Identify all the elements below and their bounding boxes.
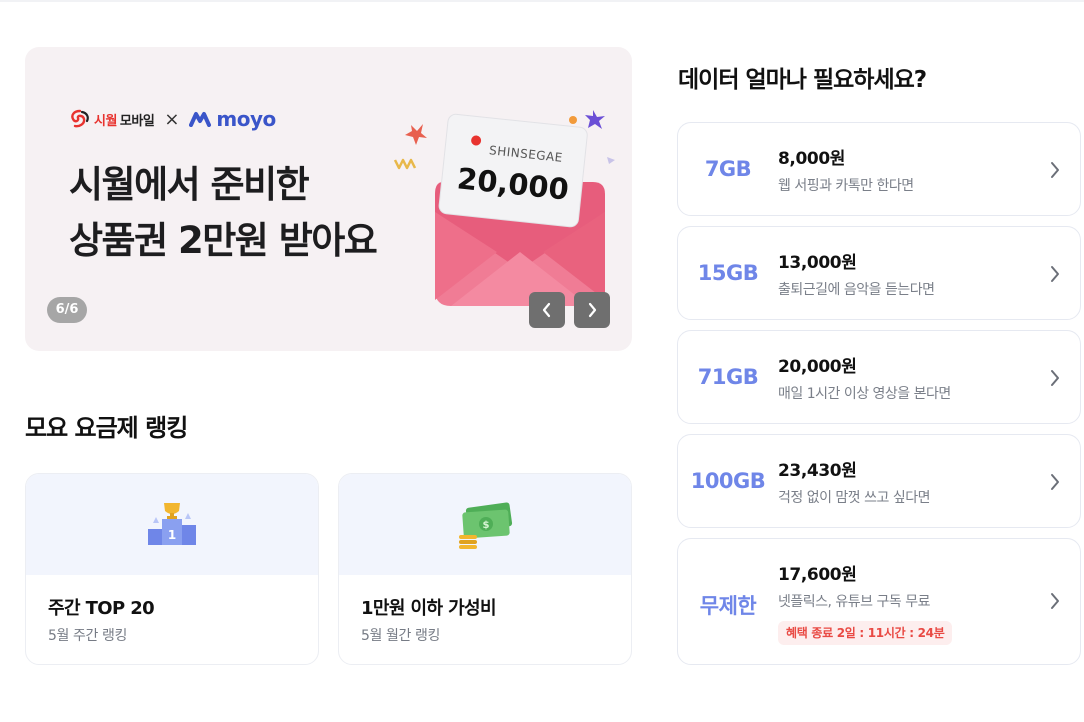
- plan-card-71gb[interactable]: 71GB 20,000원 매일 1시간 이상 영상을 본다면: [677, 330, 1081, 424]
- plan-description: 웹 서핑과 카톡만 한다면: [778, 178, 914, 194]
- plan-price: 17,600원: [778, 565, 857, 585]
- dot-decoration-icon: [569, 116, 577, 124]
- siwol-brand-suffix: 모바일: [119, 113, 155, 129]
- brand-row: 시월 모바일 × moyo: [69, 107, 276, 131]
- svg-text:$: $: [483, 520, 490, 531]
- chevron-right-icon: [1051, 266, 1059, 282]
- plan-data-amount: 100GB: [690, 469, 766, 493]
- plan-card-100gb[interactable]: 100GB 23,430원 걱정 없이 맘껏 쓰고 싶다면: [677, 434, 1081, 528]
- ranking-card-illustration-area: $: [339, 474, 631, 575]
- ranking-card-illustration-area: 1: [26, 474, 318, 575]
- plan-card-7gb[interactable]: 7GB 8,000원 웹 서핑과 카톡만 한다면: [677, 122, 1081, 216]
- plan-description: 매일 1시간 이상 영상을 본다면: [778, 386, 951, 402]
- plan-description: 출퇴근길에 음악을 듣는다면: [778, 282, 935, 298]
- siwol-brand-prefix: 시월: [94, 113, 117, 129]
- svg-text:1: 1: [168, 528, 176, 542]
- promo-timer-badge: 혜택 종료 2일 : 11시간 : 24분: [778, 621, 953, 645]
- banner-title-line1: 시월에서 준비한: [69, 163, 310, 206]
- banner-next-button[interactable]: [574, 292, 610, 328]
- star-decoration-icon: [405, 124, 427, 145]
- plan-price: 13,000원: [778, 253, 857, 273]
- star-decoration-icon: [585, 110, 605, 129]
- trophy-podium-icon: 1: [148, 502, 196, 545]
- moyo-logo-icon: [189, 112, 212, 127]
- siwol-logo-icon: [71, 109, 89, 128]
- triangle-decoration-icon: [607, 157, 615, 164]
- plan-description: 넷플릭스, 유튜브 구독 무료: [778, 594, 930, 610]
- ranking-card-value-under-10k[interactable]: $ 1만원 이하 가성비 5월 월간 랭킹: [338, 473, 632, 665]
- plan-description: 걱정 없이 맘껏 쓰고 싶다면: [778, 490, 930, 506]
- plan-card-unlimited[interactable]: 무제한 17,600원 넷플릭스, 유튜브 구독 무료 혜택 종료 2일 : 1…: [677, 538, 1081, 665]
- plan-price: 23,430원: [778, 461, 857, 481]
- ranking-card-subtitle: 5월 월간 랭킹: [361, 628, 441, 644]
- promo-banner[interactable]: 시월 모바일 × moyo 시월에서 준비한 상품권 2만원 받아요 SHINS…: [25, 47, 632, 351]
- page-indicator: 6/6: [47, 297, 87, 323]
- banner-prev-button[interactable]: [529, 292, 565, 328]
- plan-card-15gb[interactable]: 15GB 13,000원 출퇴근길에 음악을 듣는다면: [677, 226, 1081, 320]
- plan-data-amount: 15GB: [697, 261, 759, 285]
- chevron-right-icon: [1051, 593, 1059, 609]
- siwol-mobile-logo: 시월 모바일: [69, 109, 155, 129]
- top-divider: [0, 0, 1084, 2]
- zigzag-decoration-icon: [393, 158, 417, 170]
- chevron-right-icon: [588, 302, 597, 318]
- plan-data-amount: 무제한: [699, 594, 757, 618]
- chevron-left-icon: [542, 302, 551, 318]
- moyo-brand-text: moyo: [216, 107, 276, 131]
- chevron-right-icon: [1051, 474, 1059, 490]
- ranking-card-title: 주간 TOP 20: [48, 598, 155, 619]
- data-plan-heading: 데이터 얼마나 필요하세요?: [678, 67, 927, 93]
- ranking-card-subtitle: 5월 주간 랭킹: [48, 628, 128, 644]
- chevron-right-icon: [1051, 162, 1059, 178]
- plan-data-amount: 71GB: [697, 365, 759, 389]
- plan-price: 20,000원: [778, 357, 857, 377]
- banner-title: 시월에서 준비한 상품권 2만원 받아요: [69, 157, 429, 269]
- collab-x: ×: [164, 108, 180, 130]
- ranking-section-title: 모요 요금제 랭킹: [25, 414, 188, 442]
- moyo-logo: moyo: [189, 107, 276, 131]
- ranking-card-weekly-top20[interactable]: 1 주간 TOP 20 5월 주간 랭킹: [25, 473, 319, 665]
- plan-price: 8,000원: [778, 149, 846, 169]
- banner-title-line2: 상품권 2만원 받아요: [69, 219, 378, 262]
- money-icon: $: [459, 501, 513, 549]
- plan-data-amount: 7GB: [704, 157, 752, 181]
- ranking-card-title: 1만원 이하 가성비: [361, 598, 497, 619]
- chevron-right-icon: [1051, 370, 1059, 386]
